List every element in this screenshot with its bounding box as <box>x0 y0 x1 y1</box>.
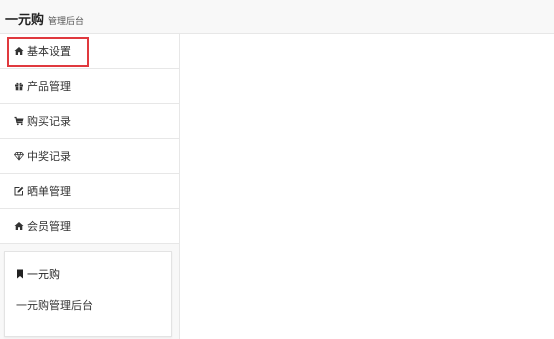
info-panel: 一元购 一元购管理后台 <box>4 251 172 337</box>
home-icon <box>14 46 24 56</box>
sidebar-item-label: 基本设置 <box>27 45 71 58</box>
sidebar-item-label: 中奖记录 <box>27 150 71 163</box>
edit-icon <box>14 186 24 196</box>
brand[interactable]: 一元购 管理后台 <box>5 9 84 28</box>
info-panel-description: 一元购管理后台 <box>16 299 93 312</box>
sidebar-item-label: 晒单管理 <box>27 185 71 198</box>
sidebar-item-label: 会员管理 <box>27 220 71 233</box>
sidebar: 基本设置 产品管理 购买记录 中奖记录 晒单管理 会员管理 一元购 一元购管理后… <box>0 34 180 339</box>
brand-name[interactable]: 一元购 <box>5 9 44 28</box>
home-icon <box>14 221 24 231</box>
cart-icon <box>14 116 24 126</box>
sidebar-item-product-management[interactable]: 产品管理 <box>0 69 179 104</box>
sidebar-item-basic-settings[interactable]: 基本设置 <box>0 34 179 69</box>
main-content <box>181 34 554 339</box>
gift-icon <box>14 81 24 91</box>
sidebar-item-label: 产品管理 <box>27 80 71 93</box>
sidebar-nav: 基本设置 产品管理 购买记录 中奖记录 晒单管理 会员管理 <box>0 34 179 244</box>
sidebar-item-share-management[interactable]: 晒单管理 <box>0 174 179 209</box>
sidebar-item-label: 购买记录 <box>27 115 71 128</box>
top-navbar: 一元购 管理后台 <box>0 0 554 34</box>
sidebar-item-purchase-records[interactable]: 购买记录 <box>0 104 179 139</box>
info-panel-title: 一元购 <box>16 266 60 282</box>
info-panel-title-text: 一元购 <box>27 268 60 281</box>
diamond-icon <box>14 151 24 161</box>
brand-subtitle: 管理后台 <box>48 17 85 27</box>
bookmark-icon <box>16 269 24 279</box>
sidebar-item-winning-records[interactable]: 中奖记录 <box>0 139 179 174</box>
sidebar-item-member-management[interactable]: 会员管理 <box>0 209 179 244</box>
